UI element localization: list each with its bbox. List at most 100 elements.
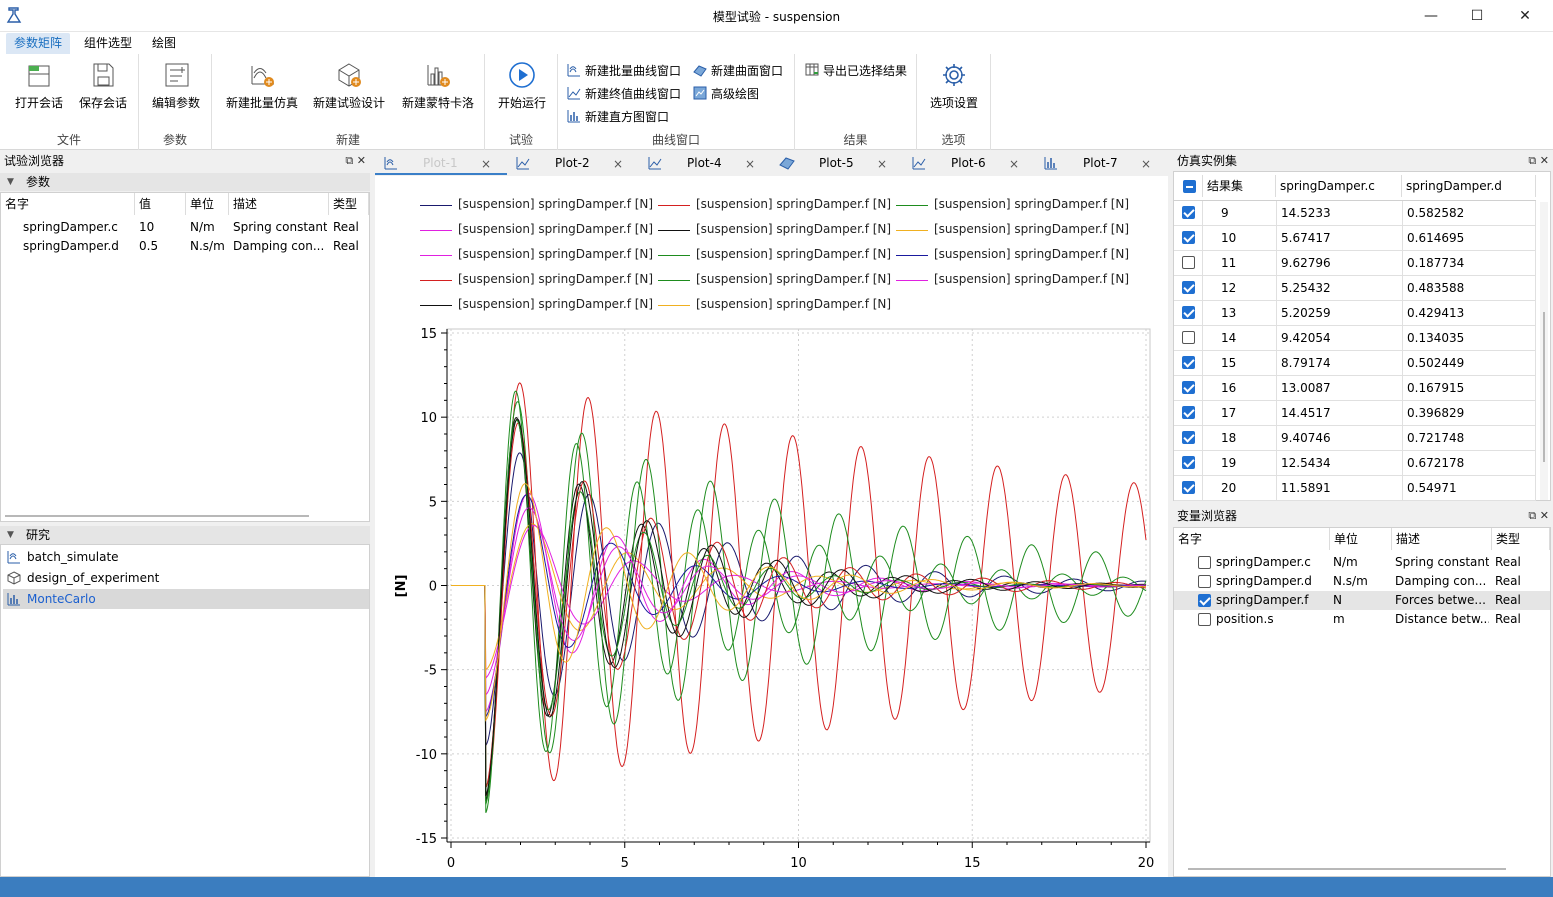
row-checkbox[interactable] (1182, 306, 1195, 320)
table-row[interactable]: 17 14.4517 0.396829 (1174, 401, 1536, 426)
menu-tab-component-selection[interactable]: 组件选型 (76, 33, 140, 54)
open-session-button[interactable]: 打开会话 (10, 58, 68, 111)
menu-tab-param-matrix[interactable]: 参数矩阵 (6, 33, 71, 54)
table-row[interactable]: 18 9.40746 0.721748 (1174, 426, 1536, 451)
variable-checkbox[interactable] (1198, 594, 1211, 608)
new-batch-sim-button[interactable]: 新建批量仿真 (222, 58, 302, 111)
variable-unit: m (1333, 612, 1345, 626)
row-checkbox[interactable] (1182, 481, 1195, 495)
spring-c-value: 5.67417 (1276, 226, 1402, 251)
vertical-scrollbar[interactable] (1540, 202, 1548, 500)
col-type[interactable]: 类型 (329, 193, 369, 215)
study-section-header[interactable]: ▼ 研究 (0, 526, 370, 544)
study-item-doe[interactable]: design_of_experiment (3, 568, 369, 588)
col-spring-d[interactable]: springDamper.d (1402, 175, 1536, 197)
plot-area[interactable]: [suspension] springDamper.f [N] [suspensi… (375, 176, 1168, 877)
tab-plot-1[interactable]: Plot-1 × (375, 151, 507, 175)
table-row[interactable]: 9 14.5233 0.582582 (1174, 201, 1536, 226)
horizontal-scrollbar[interactable] (5, 515, 309, 517)
menu-tab-plot[interactable]: 绘图 (144, 33, 184, 54)
row-checkbox[interactable] (1182, 256, 1195, 270)
close-tab-icon[interactable]: × (613, 152, 623, 176)
row-checkbox[interactable] (1182, 406, 1195, 420)
col-name[interactable]: 名字 (1174, 528, 1330, 550)
row-checkbox[interactable] (1182, 356, 1195, 370)
row-checkbox[interactable] (1182, 206, 1195, 220)
panel-float-close-icons[interactable]: ⧉ ✕ (1528, 151, 1549, 171)
study-item-montecarlo[interactable]: MonteCarlo (3, 589, 369, 609)
table-row[interactable]: springDamper.c 10 N/m Spring constant Re… (1, 218, 369, 237)
row-checkbox[interactable] (1182, 331, 1195, 345)
new-montecarlo-button[interactable]: 新建蒙特卡洛 (398, 58, 478, 111)
table-row[interactable]: 15 8.79174 0.502449 (1174, 351, 1536, 376)
save-session-button[interactable]: 保存会话 (74, 58, 132, 111)
tab-plot-7[interactable]: Plot-7 × (1035, 151, 1167, 175)
row-checkbox[interactable] (1182, 231, 1195, 245)
col-desc[interactable]: 描述 (229, 193, 329, 215)
tab-plot-4[interactable]: Plot-4 × (639, 151, 771, 175)
select-all-checkbox[interactable] (1183, 180, 1196, 193)
ribbon-group-label-options: 选项 (941, 133, 966, 147)
col-unit[interactable]: 单位 (1330, 528, 1392, 550)
option-settings-button[interactable]: 选项设置 (925, 58, 983, 111)
row-checkbox[interactable] (1182, 456, 1195, 470)
new-surface-window-button[interactable]: 新建曲面窗口 (693, 61, 783, 81)
collapse-triangle-icon: ▼ (7, 177, 14, 187)
variable-checkbox[interactable] (1198, 613, 1211, 627)
table-row[interactable]: 10 5.67417 0.614695 (1174, 226, 1536, 251)
tab-plot-5[interactable]: Plot-5 × (771, 151, 903, 175)
scrollbar-thumb[interactable] (1543, 312, 1545, 462)
table-row[interactable]: 11 9.62796 0.187734 (1174, 251, 1536, 276)
table-row[interactable]: 19 12.5434 0.672178 (1174, 451, 1536, 476)
col-name[interactable]: 名字 (1, 193, 135, 215)
edit-params-button[interactable]: 编辑参数 (147, 58, 205, 111)
panel-float-close-icons[interactable]: ⧉ ✕ (345, 151, 366, 171)
new-doe-button[interactable]: 新建试验设计 (310, 58, 388, 111)
col-desc[interactable]: 描述 (1392, 528, 1492, 550)
table-row[interactable]: 16 13.0087 0.167915 (1174, 376, 1536, 401)
table-row[interactable]: springDamper.c N/m Spring constant Real (1174, 553, 1550, 572)
variable-checkbox[interactable] (1198, 575, 1211, 589)
row-checkbox[interactable] (1182, 281, 1195, 295)
result-set-id: 18 (1202, 426, 1276, 451)
variable-checkbox[interactable] (1198, 556, 1211, 570)
new-histogram-window-button[interactable]: 新建直方图窗口 (567, 107, 669, 127)
table-row[interactable]: springDamper.d N.s/m Damping con... Real (1174, 572, 1550, 591)
close-tab-icon[interactable]: × (745, 152, 755, 176)
study-item-batch-simulate[interactable]: batch_simulate (3, 547, 369, 567)
tab-plot-6[interactable]: Plot-6 × (903, 151, 1035, 175)
new-batch-curve-window-button[interactable]: 新建批量曲线窗口 (567, 61, 681, 81)
close-tab-icon[interactable]: × (877, 152, 887, 176)
table-row[interactable]: position.s m Distance betw... Real (1174, 610, 1550, 629)
params-section-header[interactable]: ▼ 参数 (0, 173, 370, 191)
table-row[interactable]: 13 5.20259 0.429413 (1174, 301, 1536, 326)
row-checkbox[interactable] (1182, 381, 1195, 395)
close-tab-icon[interactable]: × (1009, 152, 1019, 176)
col-type[interactable]: 类型 (1492, 528, 1550, 550)
close-window-button[interactable]: ✕ (1502, 4, 1548, 28)
advanced-plot-button[interactable]: 高级绘图 (693, 84, 759, 104)
maximize-button[interactable]: ☐ (1454, 4, 1500, 28)
export-selected-results-button[interactable]: 导出已选择结果 (805, 61, 907, 81)
new-final-value-curve-button[interactable]: 新建终值曲线窗口 (567, 84, 681, 104)
table-row[interactable]: 14 9.42054 0.134035 (1174, 326, 1536, 351)
row-checkbox[interactable] (1182, 431, 1195, 445)
start-run-button[interactable]: 开始运行 (493, 58, 551, 111)
close-tab-icon[interactable]: × (481, 152, 491, 176)
table-row[interactable]: springDamper.d 0.5 N.s/m Damping con... … (1, 237, 369, 256)
col-unit[interactable]: 单位 (186, 193, 229, 215)
save-icon (88, 60, 118, 90)
table-row[interactable]: 12 5.25432 0.483588 (1174, 276, 1536, 301)
spring-c-value: 5.20259 (1276, 301, 1402, 326)
col-value[interactable]: 值 (135, 193, 186, 215)
panel-float-close-icons[interactable]: ⧉ ✕ (1528, 506, 1549, 526)
horizontal-scrollbar[interactable] (1188, 868, 1506, 870)
col-result-set[interactable]: 结果集 (1202, 175, 1276, 197)
close-tab-icon[interactable]: × (1141, 152, 1151, 176)
chart-svg[interactable]: [N] 0 5 10 15 20 15 10 5 0 -5 -10 -15 (375, 176, 1168, 877)
col-spring-c[interactable]: springDamper.c (1276, 175, 1402, 197)
table-row[interactable]: 20 11.5891 0.54971 (1174, 476, 1536, 501)
minimize-button[interactable]: — (1408, 4, 1454, 28)
table-row[interactable]: springDamper.f N Forces betwe... Real (1174, 591, 1550, 610)
tab-plot-2[interactable]: Plot-2 × (507, 151, 639, 175)
